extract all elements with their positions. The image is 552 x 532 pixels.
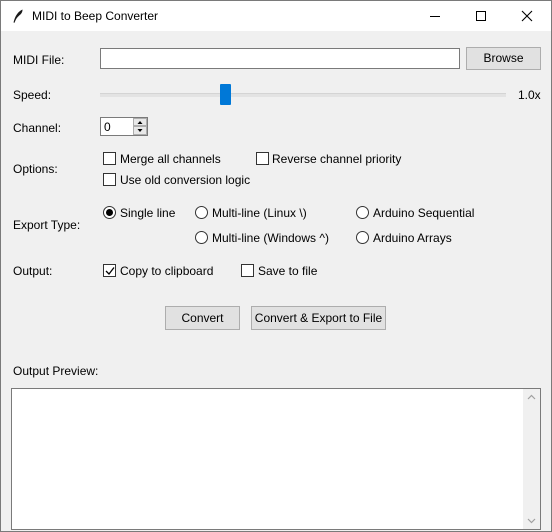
- export-arduino-arrays-label[interactable]: Arduino Arrays: [373, 231, 452, 245]
- export-multiline-windows-radio[interactable]: [195, 231, 208, 244]
- channel-label: Channel:: [13, 121, 62, 135]
- export-multiline-linux-label[interactable]: Multi-line (Linux \): [212, 206, 307, 220]
- speed-label: Speed:: [13, 88, 52, 102]
- export-single-line-label[interactable]: Single line: [120, 206, 175, 220]
- reverse-channel-priority-checkbox[interactable]: [256, 152, 269, 165]
- checkmark-icon: [105, 267, 115, 275]
- output-preview-label: Output Preview:: [13, 364, 99, 378]
- use-old-conversion-logic-label[interactable]: Use old conversion logic: [120, 173, 250, 187]
- export-type-label: Export Type:: [13, 218, 81, 232]
- title-bar[interactable]: MIDI to Beep Converter: [1, 1, 551, 31]
- midi-file-label: MIDI File:: [13, 53, 65, 67]
- convert-export-button[interactable]: Convert & Export to File: [251, 306, 386, 330]
- midi-file-input[interactable]: [100, 48, 460, 69]
- feather-icon: [13, 9, 23, 23]
- use-old-conversion-logic-checkbox[interactable]: [103, 173, 116, 186]
- export-multiline-windows-label[interactable]: Multi-line (Windows ^): [212, 231, 329, 245]
- arrow-down-icon: [137, 129, 143, 132]
- export-multiline-linux-radio[interactable]: [195, 206, 208, 219]
- scroll-down-icon[interactable]: [523, 512, 540, 529]
- output-label: Output:: [13, 264, 53, 278]
- minimize-icon: [430, 16, 440, 17]
- app-window: MIDI to Beep Converter MIDI File: Browse…: [0, 0, 552, 532]
- maximize-icon: [476, 11, 486, 21]
- browse-button[interactable]: Browse: [466, 47, 541, 70]
- convert-button[interactable]: Convert: [165, 306, 240, 330]
- merge-all-channels-label[interactable]: Merge all channels: [120, 152, 221, 166]
- channel-spinbox[interactable]: 0: [100, 117, 148, 136]
- maximize-button[interactable]: [458, 1, 504, 31]
- scroll-up-icon[interactable]: [523, 389, 540, 406]
- spin-down-button[interactable]: [133, 126, 147, 135]
- speed-slider-thumb[interactable]: [220, 84, 231, 105]
- vertical-scrollbar[interactable]: [523, 389, 540, 529]
- copy-to-clipboard-checkbox[interactable]: [103, 264, 116, 277]
- save-to-file-checkbox[interactable]: [241, 264, 254, 277]
- speed-slider-track: [100, 93, 506, 97]
- speed-value: 1.0x: [518, 88, 541, 102]
- export-arduino-sequential-label[interactable]: Arduino Sequential: [373, 206, 474, 220]
- options-label: Options:: [13, 162, 58, 176]
- speed-slider[interactable]: [100, 83, 506, 105]
- radio-selected-dot: [106, 209, 113, 216]
- minimize-button[interactable]: [412, 1, 458, 31]
- export-arduino-sequential-radio[interactable]: [356, 206, 369, 219]
- merge-all-channels-checkbox[interactable]: [103, 152, 116, 165]
- window-title: MIDI to Beep Converter: [32, 9, 159, 23]
- export-single-line-radio[interactable]: [103, 206, 116, 219]
- output-preview-textbox[interactable]: [11, 388, 541, 530]
- spin-up-button[interactable]: [133, 118, 147, 126]
- save-to-file-label[interactable]: Save to file: [258, 264, 317, 278]
- close-icon: [521, 10, 533, 22]
- reverse-channel-priority-label[interactable]: Reverse channel priority: [272, 152, 401, 166]
- copy-to-clipboard-label[interactable]: Copy to clipboard: [120, 264, 213, 278]
- close-button[interactable]: [504, 1, 550, 31]
- channel-value[interactable]: 0: [104, 120, 111, 134]
- arrow-up-icon: [137, 121, 143, 124]
- export-arduino-arrays-radio[interactable]: [356, 231, 369, 244]
